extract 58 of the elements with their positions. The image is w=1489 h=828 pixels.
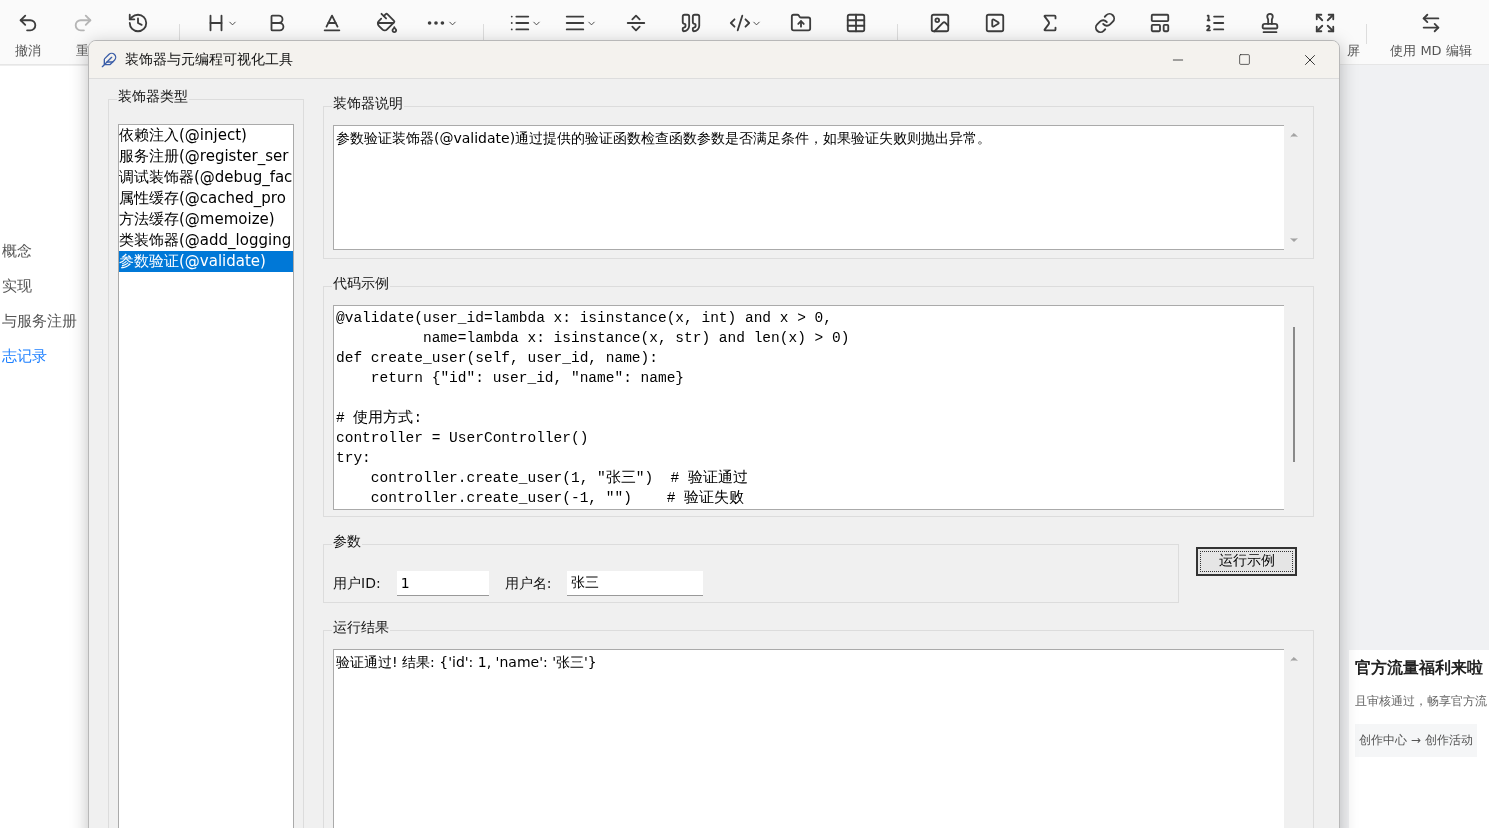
- description-box[interactable]: 参数验证装饰器(@validate)通过提供的验证函数检查函数参数是否满足条件，如果验证失败则抛出异常。: [333, 125, 1284, 250]
- divider-line-icon[interactable]: [624, 12, 647, 34]
- list-item[interactable]: 调试装饰器(@debug_fac: [119, 167, 293, 188]
- quote-icon[interactable]: [679, 12, 702, 34]
- code-line: controller = UserController(): [336, 429, 590, 448]
- video-icon[interactable]: [983, 12, 1006, 34]
- history-icon[interactable]: [126, 12, 149, 34]
- promo-title: 官方流量福利来啦: [1355, 658, 1483, 679]
- scroll-thumb[interactable]: [1293, 327, 1295, 462]
- result-box[interactable]: 验证通过! 结果: {'id': 1, 'name': '张三'}: [333, 649, 1284, 828]
- result-text: 验证通过! 结果: {'id': 1, 'name': '张三'}: [336, 653, 598, 672]
- run-button[interactable]: 运行示例: [1196, 546, 1297, 576]
- field-label: 用户名:: [504, 574, 552, 593]
- code-line: try:: [336, 449, 372, 468]
- toolbar-label[interactable]: 屏: [1347, 42, 1360, 60]
- group-title: 装饰器说明: [332, 95, 404, 113]
- ordered-list-icon[interactable]: [1203, 12, 1226, 34]
- toolbar-label[interactable]: 撤消: [14, 42, 41, 60]
- list-item[interactable]: 属性缓存(@cached_pro: [119, 188, 293, 209]
- code-line: controller.create_user(-1, "") # 验证失败: [369, 488, 746, 508]
- feather-icon: [101, 51, 117, 68]
- list-item[interactable]: 类装饰器(@add_logging: [119, 230, 293, 251]
- code-line: @validate(user_id=lambda x: isinstance(x, int) and x > 0,: [336, 309, 833, 328]
- promo-path[interactable]: 创作中心 → 创作活动: [1355, 724, 1477, 757]
- code-line: return {"id": user_id, "name": name}: [369, 369, 686, 388]
- code-icon[interactable]: [729, 12, 751, 34]
- folder-upload-icon[interactable]: [789, 12, 812, 34]
- list-item[interactable]: 服务注册(@register_ser: [119, 146, 293, 167]
- group-title: 装饰器类型: [117, 88, 189, 106]
- maximize-icon[interactable]: [1237, 53, 1251, 66]
- window-title: 装饰器与元编程可视化工具: [125, 50, 294, 69]
- group-title: 代码示例: [332, 275, 390, 293]
- promo-text: 且审核通过，畅享官方流: [1355, 693, 1487, 710]
- toolbar-label[interactable]: 使用 MD 编辑: [1390, 42, 1472, 60]
- sidebar-item[interactable]: 实现: [2, 277, 32, 296]
- sidebar-item[interactable]: 概念: [2, 242, 32, 261]
- list-item[interactable]: 参数验证(@validate): [119, 251, 293, 272]
- field-label: 用户ID:: [333, 574, 381, 593]
- code-line: def create_user(self, user_id, name):: [336, 349, 659, 368]
- input-field[interactable]: 1: [396, 571, 489, 596]
- list-item[interactable]: 方法缓存(@memoize): [119, 209, 293, 230]
- table-icon[interactable]: [844, 12, 867, 34]
- description-text: 参数验证装饰器(@validate)通过提供的验证函数检查函数参数是否满足条件，如果验证失败则抛出异常。: [336, 129, 993, 148]
- sidebar-item[interactable]: 志记录: [2, 347, 47, 366]
- code-line: # 使用方式:: [336, 408, 424, 428]
- paint-bucket-icon[interactable]: [375, 12, 398, 34]
- layout-icon[interactable]: [1148, 12, 1171, 34]
- image-icon[interactable]: [928, 12, 951, 34]
- group-title: 参数: [332, 533, 362, 551]
- code-line: name=lambda x: isinstance(x, str) and len(x) > 0): [422, 329, 851, 348]
- swap-icon[interactable]: [1420, 12, 1442, 34]
- list-item[interactable]: 依赖注入(@inject): [119, 125, 293, 146]
- group-title: 运行结果: [332, 619, 390, 637]
- code-line: controller.create_user(1, "张三") # 验证通过: [369, 468, 749, 488]
- link-icon[interactable]: [1093, 12, 1116, 34]
- input-field[interactable]: 张三: [567, 571, 704, 596]
- sidebar-item[interactable]: 与服务注册: [2, 312, 77, 331]
- fullscreen-icon[interactable]: [1313, 12, 1336, 34]
